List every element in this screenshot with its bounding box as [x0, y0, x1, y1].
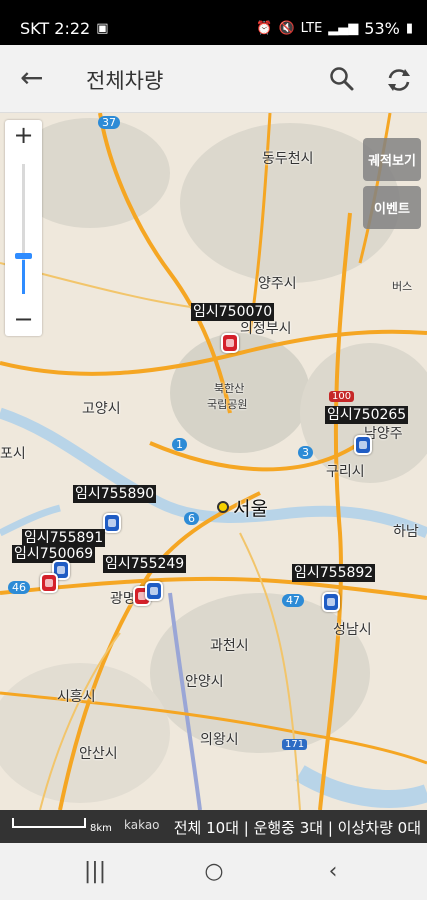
road-shield: 47: [282, 594, 304, 607]
place-label: 버스: [392, 280, 413, 293]
status-right: ⏰ 🔇 LTE ▂▄▆ 53% ▮: [256, 19, 413, 38]
seoul-center-marker: [217, 501, 229, 513]
vehicle-label[interactable]: 임시755249: [103, 555, 187, 573]
place-label: 동두천시: [262, 151, 314, 167]
recents-icon[interactable]: |||: [80, 859, 110, 885]
vehicle-label[interactable]: 임시755892: [292, 564, 376, 582]
zoom-slider-fill: [22, 260, 25, 294]
map-logo: kakao: [124, 818, 160, 832]
mute-icon: 🔇: [278, 21, 295, 36]
event-button[interactable]: 이벤트: [363, 186, 421, 229]
place-label: 양주시: [258, 276, 297, 292]
battery-percent: 53%: [364, 19, 400, 38]
vehicle-label[interactable]: 임시750070: [191, 303, 275, 321]
search-icon[interactable]: [328, 65, 356, 93]
place-label: 하남: [393, 524, 419, 540]
place-label: 의정부시: [240, 321, 292, 337]
road-shield: 46: [8, 581, 30, 594]
place-label: 고양시: [82, 401, 121, 417]
app-bar: ← 전체차량: [0, 45, 427, 113]
road-shield: 1: [172, 438, 187, 451]
zoom-slider-thumb[interactable]: [15, 253, 32, 259]
vehicle-marker[interactable]: [354, 435, 372, 455]
system-nav-bar: ||| ○ ‹: [0, 843, 427, 900]
network-label: LTE: [300, 21, 323, 36]
place-label: 의왕시: [200, 732, 239, 748]
image-icon: ▣: [96, 21, 109, 36]
place-label: 과천시: [210, 638, 249, 654]
status-bar: SKT 2:22 ▣ ⏰ 🔇 LTE ▂▄▆ 53% ▮: [0, 0, 427, 45]
road-shield: 6: [184, 512, 199, 525]
refresh-icon[interactable]: [384, 65, 414, 95]
zoom-out-button[interactable]: −: [5, 304, 42, 336]
place-label: 포시: [0, 446, 26, 462]
vehicle-marker[interactable]: [103, 513, 121, 533]
carrier-time: SKT 2:22: [20, 19, 91, 38]
battery-icon: ▮: [405, 21, 413, 36]
vehicle-label[interactable]: 임시750265: [325, 406, 409, 424]
road-shield: 171: [282, 739, 308, 750]
page-title: 전체차량: [86, 69, 164, 93]
place-label: 시흥시: [57, 689, 96, 705]
scale-label: 8km: [90, 823, 112, 834]
arrow-left-icon[interactable]: ←: [20, 63, 48, 95]
road-shield: 100: [329, 391, 355, 402]
back-icon[interactable]: ‹: [318, 859, 348, 885]
vehicle-summary: 전체 10대 | 운행중 3대 | 이상차량 0대: [173, 819, 421, 837]
place-label: 안양시: [185, 674, 224, 690]
zoom-control: + −: [5, 120, 42, 336]
place-label: 안산시: [79, 746, 118, 762]
home-icon[interactable]: ○: [199, 859, 229, 885]
summary-bar: 8km kakao 전체 10대 | 운행중 3대 | 이상차량 0대: [0, 810, 427, 843]
alarm-icon: ⏰: [256, 21, 273, 36]
vehicle-label[interactable]: 임시755890: [73, 485, 157, 503]
zoom-in-button[interactable]: +: [5, 120, 42, 152]
signal-icon: ▂▄▆: [328, 21, 359, 36]
scale-bar: [12, 818, 86, 828]
vehicle-marker[interactable]: [145, 581, 163, 601]
place-label: 성남시: [333, 622, 372, 638]
map-view[interactable]: 37 1 3 6 46 47 100 171 동두천시 양주시 의정부시 북한산…: [0, 113, 427, 810]
vehicle-marker[interactable]: [221, 333, 239, 353]
place-label: 구리시: [326, 464, 365, 480]
vehicle-marker[interactable]: [322, 592, 340, 612]
place-label: 국립공원: [207, 398, 248, 411]
vehicle-marker[interactable]: [40, 573, 58, 593]
status-left: SKT 2:22 ▣: [20, 19, 109, 38]
place-label: 북한산: [214, 382, 245, 395]
track-view-button[interactable]: 궤적보기: [363, 138, 421, 181]
place-label: 광명: [110, 591, 136, 607]
road-shield: 37: [98, 116, 120, 129]
road-shield: 3: [298, 446, 313, 459]
place-label-seoul: 서울: [233, 498, 268, 520]
